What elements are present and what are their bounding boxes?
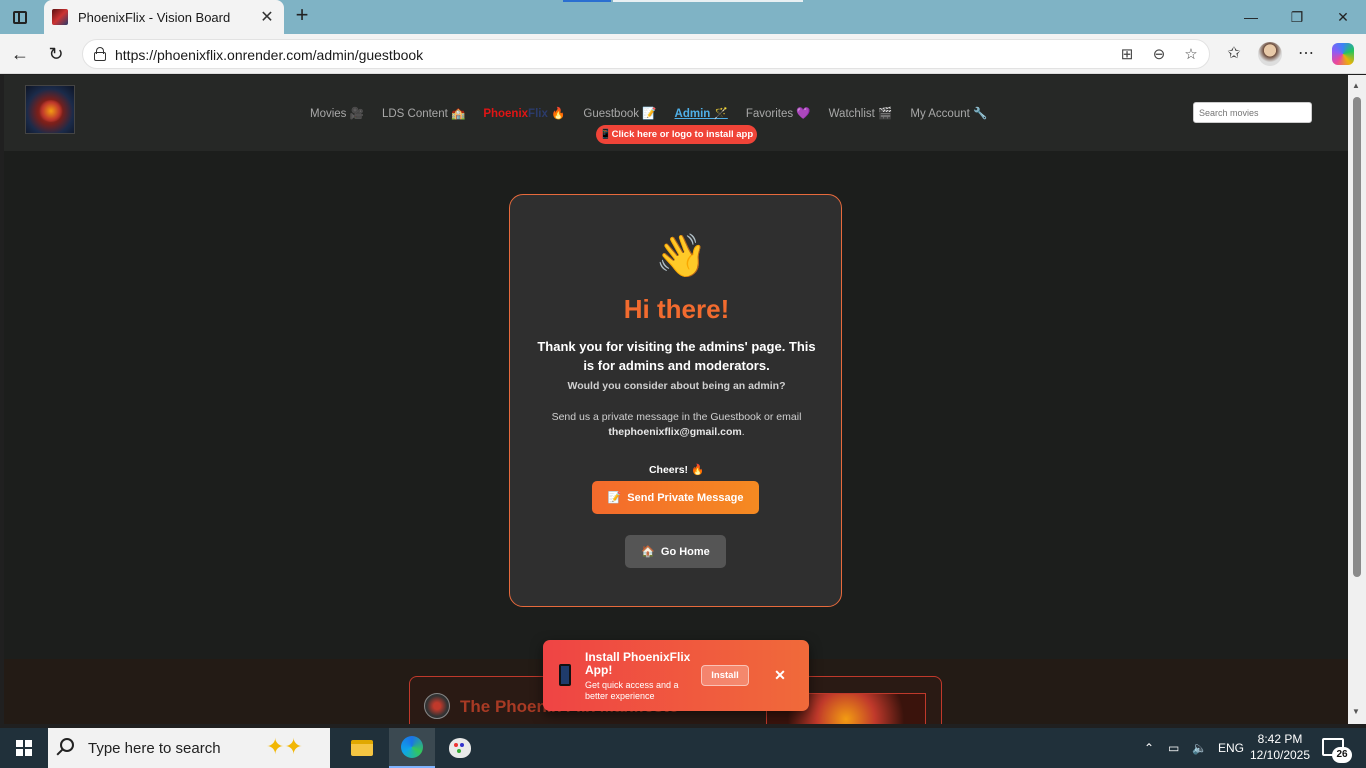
main-nav: Movies 🎥 LDS Content 🏫 PhoenixFlix 🔥 Gue… xyxy=(310,105,987,121)
house-icon: 🏠 xyxy=(641,546,655,558)
toast-install-button[interactable]: Install xyxy=(701,665,749,686)
taskbar-search-placeholder: Type here to search xyxy=(88,740,221,757)
edge-icon xyxy=(401,736,423,758)
nav-watchlist[interactable]: Watchlist 🎬 xyxy=(829,106,893,120)
windows-logo-icon xyxy=(16,740,32,756)
tab-title: PhoenixFlix - Vision Board xyxy=(78,9,231,25)
volume-icon[interactable]: 🔈 xyxy=(1192,728,1207,768)
window-drag-indicator xyxy=(563,0,611,2)
waving-hand-icon: 👋 xyxy=(655,232,708,279)
page-viewport: Movies 🎥 LDS Content 🏫 PhoenixFlix 🔥 Gue… xyxy=(4,75,1348,724)
send-button-label: Send Private Message xyxy=(627,491,744,504)
toast-title: Install PhoenixFlix App! xyxy=(585,650,691,677)
clock-time: 8:42 PM xyxy=(1257,732,1303,746)
admin-welcome-card: 👋 Hi there! Thank you for visiting the a… xyxy=(509,194,842,607)
window-drag-indicator-2 xyxy=(613,0,803,2)
install-app-toast: Install PhoenixFlix App! Get quick acces… xyxy=(543,640,809,711)
site-header: Movies 🎥 LDS Content 🏫 PhoenixFlix 🔥 Gue… xyxy=(4,75,1348,151)
mobile-phone-icon xyxy=(559,664,571,686)
taskbar-search[interactable]: Type here to search ✦✦ xyxy=(48,728,330,768)
nav-favorites[interactable]: Favorites 💜 xyxy=(746,106,811,120)
notification-count-badge: 26 xyxy=(1332,747,1352,763)
browser-tab[interactable]: PhoenixFlix - Vision Board ✕ xyxy=(44,0,284,34)
search-highlight-icon: ✦✦ xyxy=(266,734,303,759)
install-app-pill[interactable]: 📱Click here or logo to install app xyxy=(596,125,757,144)
nav-phoenix-label: Phoenix xyxy=(483,108,529,120)
toast-close-icon[interactable]: ✕ xyxy=(771,665,789,685)
card-heading: Hi there! xyxy=(623,294,730,324)
back-arrow-icon[interactable]: ← xyxy=(6,40,34,68)
toast-subtitle: Get quick access and a better experience xyxy=(585,680,679,701)
tab-close-icon[interactable]: ✕ xyxy=(258,7,276,27)
folder-icon xyxy=(351,740,373,756)
nav-phoenix-flix[interactable]: PhoenixFlix 🔥 xyxy=(483,106,565,120)
more-options-icon[interactable]: ⋯ xyxy=(1294,42,1318,66)
browser-toolbar: ← ↻ https://phoenixflix.onrender.com/adm… xyxy=(0,34,1366,74)
browser-tab-bar: PhoenixFlix - Vision Board ✕ + — ❐ ✕ xyxy=(0,0,1366,34)
clock-date: 12/10/2025 xyxy=(1249,748,1311,762)
restore-button[interactable]: ❐ xyxy=(1274,0,1320,34)
go-home-button[interactable]: 🏠 Go Home xyxy=(625,535,726,568)
input-language[interactable]: ENG xyxy=(1218,728,1244,768)
refresh-icon[interactable]: ↻ xyxy=(42,40,70,68)
nav-my-account[interactable]: My Account 🔧 xyxy=(910,106,987,120)
zoom-out-icon[interactable]: ⊖ xyxy=(1149,45,1169,65)
send-private-message-button[interactable]: 📝 Send Private Message xyxy=(592,481,759,514)
scroll-up-icon[interactable]: ▲ xyxy=(1352,81,1360,90)
show-hidden-icons[interactable]: ⌃ xyxy=(1144,728,1154,768)
minimize-button[interactable]: — xyxy=(1228,0,1274,34)
nav-fire-emoji: 🔥 xyxy=(547,108,566,120)
contact-email: thephoenixflix@gmail.com xyxy=(608,426,742,438)
scrollbar-thumb[interactable] xyxy=(1353,97,1361,577)
cheers-text: Cheers! 🔥 xyxy=(648,464,705,476)
nav-flix-label: Flix xyxy=(528,108,548,120)
nav-guestbook[interactable]: Guestbook 📝 xyxy=(583,106,656,120)
scroll-down-icon[interactable]: ▼ xyxy=(1352,707,1360,716)
card-lead-text: Thank you for visiting the admins' page.… xyxy=(537,339,816,373)
file-explorer-app[interactable] xyxy=(339,728,385,768)
search-icon xyxy=(60,738,74,752)
phoenix-emblem-icon xyxy=(424,693,450,719)
new-tab-button[interactable]: + xyxy=(290,4,314,28)
site-info-lock-icon[interactable] xyxy=(93,47,107,61)
start-button[interactable] xyxy=(0,728,48,768)
admin-question: Would you consider about being an admin? xyxy=(567,380,786,392)
nav-lds-content[interactable]: LDS Content 🏫 xyxy=(382,106,465,120)
paint-palette-icon xyxy=(449,738,471,758)
profile-avatar[interactable] xyxy=(1258,42,1282,66)
favorites-collection-icon[interactable]: ✩ xyxy=(1222,42,1246,66)
nav-movies[interactable]: Movies 🎥 xyxy=(310,106,364,120)
url-text[interactable]: https://phoenixflix.onrender.com/admin/g… xyxy=(115,47,423,63)
search-movies-input[interactable] xyxy=(1193,102,1312,123)
favorite-star-icon[interactable]: ☆ xyxy=(1181,45,1201,65)
paint-app[interactable] xyxy=(437,728,483,768)
copilot-icon[interactable] xyxy=(1332,43,1354,65)
memo-icon: 📝 xyxy=(607,492,622,504)
taskbar-clock[interactable]: 8:42 PM 12/10/2025 xyxy=(1246,731,1314,763)
phoenixflix-logo[interactable] xyxy=(25,85,75,134)
contact-period: . xyxy=(741,426,745,438)
phoenixflix-favicon-icon xyxy=(52,9,68,25)
page-scrollbar[interactable]: ▲ ▼ xyxy=(1348,75,1366,724)
edge-app[interactable] xyxy=(389,728,435,768)
nav-admin[interactable]: Admin 🪄 xyxy=(675,106,728,120)
battery-network-icon[interactable]: ▭ xyxy=(1168,728,1179,768)
windows-taskbar: Type here to search ✦✦ ⌃ ▭ 🔈 ENG 8:42 PM… xyxy=(0,728,1366,768)
close-window-button[interactable]: ✕ xyxy=(1320,0,1366,34)
address-bar[interactable]: https://phoenixflix.onrender.com/admin/g… xyxy=(82,39,1210,69)
tab-actions-icon[interactable] xyxy=(8,6,32,28)
contact-instructions: Send us a private message in the Guestbo… xyxy=(530,410,823,440)
app-available-icon[interactable]: ⊞ xyxy=(1117,45,1137,65)
contact-text: Send us a private message in the Guestbo… xyxy=(551,411,802,423)
home-button-label: Go Home xyxy=(660,545,710,558)
